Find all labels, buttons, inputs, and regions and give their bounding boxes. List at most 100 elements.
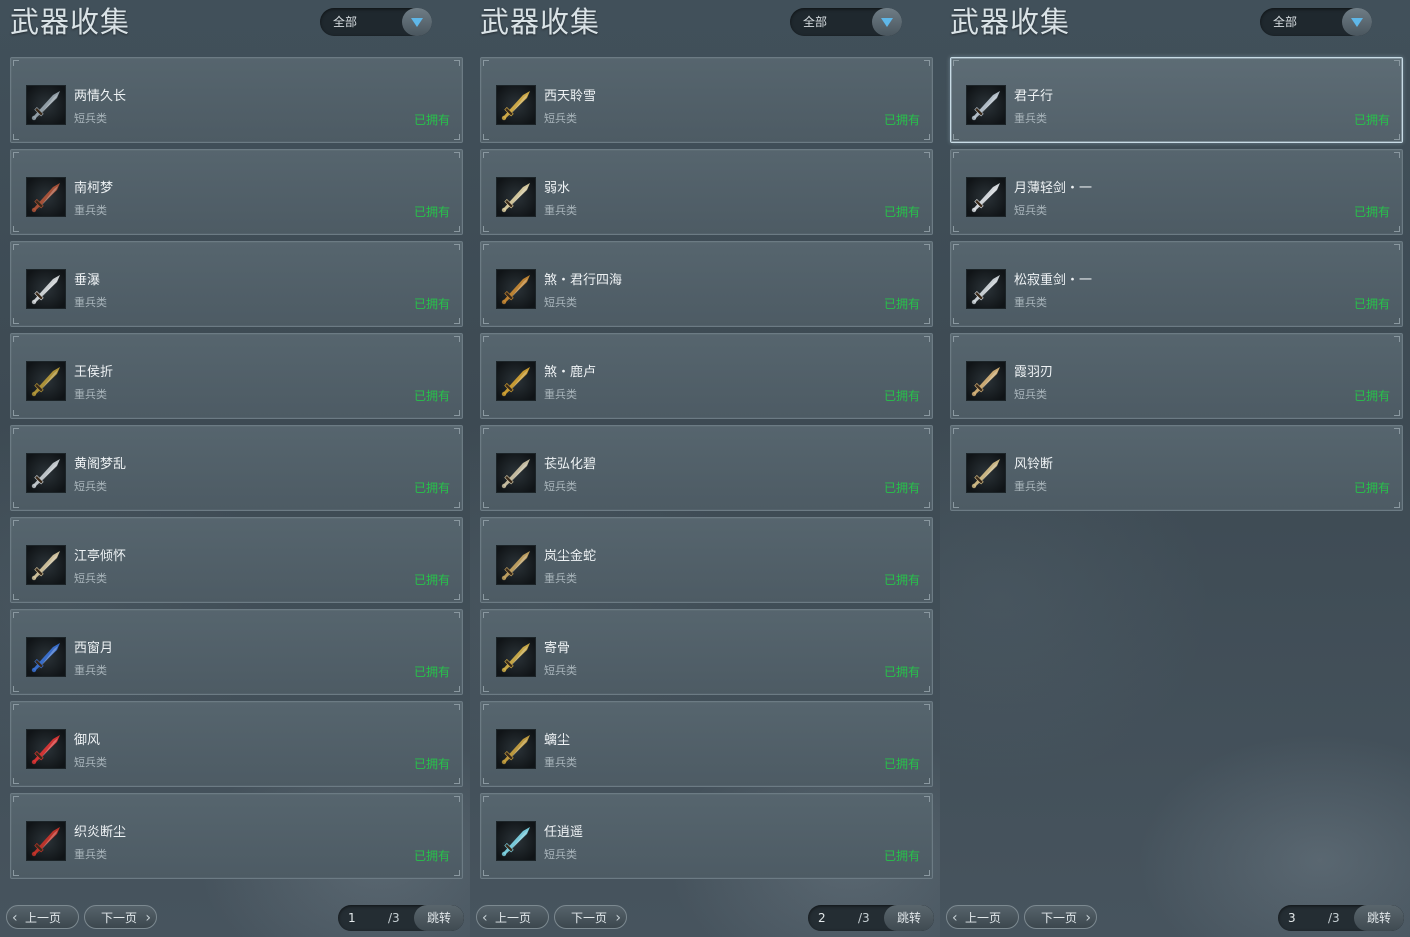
weapon-category: 重兵类	[544, 756, 577, 769]
weapon-category: 重兵类	[544, 572, 577, 585]
corner-ornament	[454, 870, 460, 876]
weapon-list-item[interactable]: 西窗月 重兵类 已拥有	[10, 609, 463, 695]
weapon-list-item[interactable]: 煞・君行四海 短兵类 已拥有	[480, 241, 933, 327]
meat-icon	[26, 177, 66, 217]
jump-button[interactable]: 跳转	[1354, 905, 1404, 931]
weapon-list-item[interactable]: 织炎断尘 重兵类 已拥有	[10, 793, 463, 879]
corner-ornament	[483, 410, 489, 416]
weapon-list-item[interactable]: 两情久长 短兵类 已拥有	[10, 57, 463, 143]
weapon-name: 西天聆雪	[544, 89, 597, 104]
weapon-name: 螭尘	[544, 733, 571, 748]
weapon-list-item[interactable]: 霞羽刃 短兵类 已拥有	[950, 333, 1403, 419]
weapon-list-item[interactable]: 黄阁梦乱短兵类 已拥有	[10, 425, 463, 511]
chevron-left-icon: ‹	[952, 910, 958, 926]
corner-ornament	[454, 410, 460, 416]
jump-button[interactable]: 跳转	[414, 905, 464, 931]
corner-ornament	[483, 612, 489, 618]
category-filter-dropdown[interactable]: 全部	[320, 8, 432, 36]
owned-status: 已拥有	[413, 481, 450, 495]
prev-page-button[interactable]: ‹ 上一页	[946, 905, 1019, 929]
weapon-list-item[interactable]: 弱水 重兵类 已拥有	[480, 149, 933, 235]
weapon-list-item[interactable]: 南柯梦 重兵类 已拥有	[10, 149, 463, 235]
weapon-name: 黄阁梦乱	[74, 457, 127, 472]
weapon-list-item[interactable]: 螭尘 重兵类 已拥有	[480, 701, 933, 787]
weapon-list-item[interactable]: 江亭倾怀 短兵类 已拥有	[10, 517, 463, 603]
weapon-list-item[interactable]: 君子行 重兵类 已拥有	[950, 57, 1403, 143]
weapon-category: 重兵类	[1014, 480, 1047, 493]
corner-ornament	[454, 502, 460, 508]
weapon-list-item[interactable]: 任逍遥 短兵类 已拥有	[480, 793, 933, 879]
weapon-name: 岚尘金蛇	[544, 549, 597, 564]
bronze-sword-icon	[496, 269, 536, 309]
weapon-name: 织炎断尘	[74, 825, 127, 840]
corner-ornament	[483, 778, 489, 784]
weapon-name: 月薄轻剑・一	[1014, 181, 1093, 196]
sword-icon	[26, 85, 66, 125]
weapon-category: 短兵类	[74, 480, 107, 493]
corner-ornament	[953, 428, 959, 434]
corner-ornament	[483, 60, 489, 66]
curved-blade-icon	[26, 269, 66, 309]
corner-ornament	[924, 796, 930, 802]
next-page-button[interactable]: 下一页 ›	[84, 905, 157, 929]
weapon-list-item[interactable]: 西天聆雪 短兵类 已拥有	[480, 57, 933, 143]
weapon-list-item[interactable]: 王侯折 重兵类 已拥有	[10, 333, 463, 419]
corner-ornament	[924, 318, 930, 324]
chevron-down-icon[interactable]	[402, 8, 432, 36]
jump-button[interactable]: 跳转	[884, 905, 934, 931]
prev-page-label: 上一页	[25, 911, 62, 925]
weapon-list-item[interactable]: 月薄轻剑・一 短兵类 已拥有	[950, 149, 1403, 235]
page-number-input[interactable]: 1	[348, 905, 356, 931]
owned-status: 已拥有	[413, 113, 450, 127]
page-number-input[interactable]: 2	[818, 905, 826, 931]
panel-title: 武器收集	[950, 5, 1071, 39]
corner-ornament	[13, 704, 19, 710]
feather-blade-icon	[966, 361, 1006, 401]
weapon-name: 江亭倾怀	[74, 549, 127, 564]
weapon-category: 重兵类	[74, 664, 107, 677]
corner-ornament	[13, 60, 19, 66]
weapon-list-item[interactable]: 风铃断重兵类 已拥有	[950, 425, 1403, 511]
prev-page-label: 上一页	[965, 911, 1002, 925]
owned-status: 已拥有	[1353, 205, 1390, 219]
next-page-button[interactable]: 下一页 ›	[1024, 905, 1097, 929]
twin-blade-icon	[496, 361, 536, 401]
corner-ornament	[454, 612, 460, 618]
owned-status: 已拥有	[883, 573, 920, 587]
chevron-down-icon[interactable]	[872, 8, 902, 36]
weapon-list-item[interactable]: 垂瀑 重兵类 已拥有	[10, 241, 463, 327]
corner-ornament	[13, 796, 19, 802]
weapon-category: 短兵类	[1014, 204, 1047, 217]
weapon-list-item[interactable]: 松寂重剑・一 重兵类 已拥有	[950, 241, 1403, 327]
category-filter-dropdown[interactable]: 全部	[1260, 8, 1372, 36]
corner-ornament	[454, 226, 460, 232]
weapon-name: 风铃断	[1014, 457, 1054, 472]
category-filter-dropdown[interactable]: 全部	[790, 8, 902, 36]
corner-ornament	[454, 244, 460, 250]
corner-ornament	[13, 520, 19, 526]
weapon-name: 两情久长	[74, 89, 127, 104]
corner-ornament	[483, 134, 489, 140]
owned-status: 已拥有	[1353, 481, 1390, 495]
weapon-list-item[interactable]: 煞・鹿卢 重兵类 已拥有	[480, 333, 933, 419]
owned-status: 已拥有	[413, 389, 450, 403]
next-page-button[interactable]: 下一页 ›	[554, 905, 627, 929]
corner-ornament	[1394, 134, 1400, 140]
weapon-name: 御风	[74, 733, 101, 748]
corner-ornament	[924, 778, 930, 784]
prev-page-button[interactable]: ‹ 上一页	[476, 905, 549, 929]
weapon-category: 短兵类	[74, 572, 107, 585]
weapon-list-item[interactable]: 岚尘金蛇重兵类 已拥有	[480, 517, 933, 603]
chevron-down-icon[interactable]	[1342, 8, 1372, 36]
corner-ornament	[924, 60, 930, 66]
prev-page-button[interactable]: ‹ 上一页	[6, 905, 79, 929]
corner-ornament	[924, 244, 930, 250]
weapon-name: 西窗月	[74, 641, 114, 656]
weapon-name: 煞・君行四海	[544, 273, 623, 288]
weapon-list-item[interactable]: 寄骨 短兵类 已拥有	[480, 609, 933, 695]
corner-ornament	[924, 594, 930, 600]
page-number-input[interactable]: 3	[1288, 905, 1296, 931]
weapon-list-item[interactable]: 御风 短兵类 已拥有	[10, 701, 463, 787]
weapon-name: 君子行	[1014, 89, 1054, 104]
weapon-list-item[interactable]: 苌弘化碧 短兵类 已拥有	[480, 425, 933, 511]
